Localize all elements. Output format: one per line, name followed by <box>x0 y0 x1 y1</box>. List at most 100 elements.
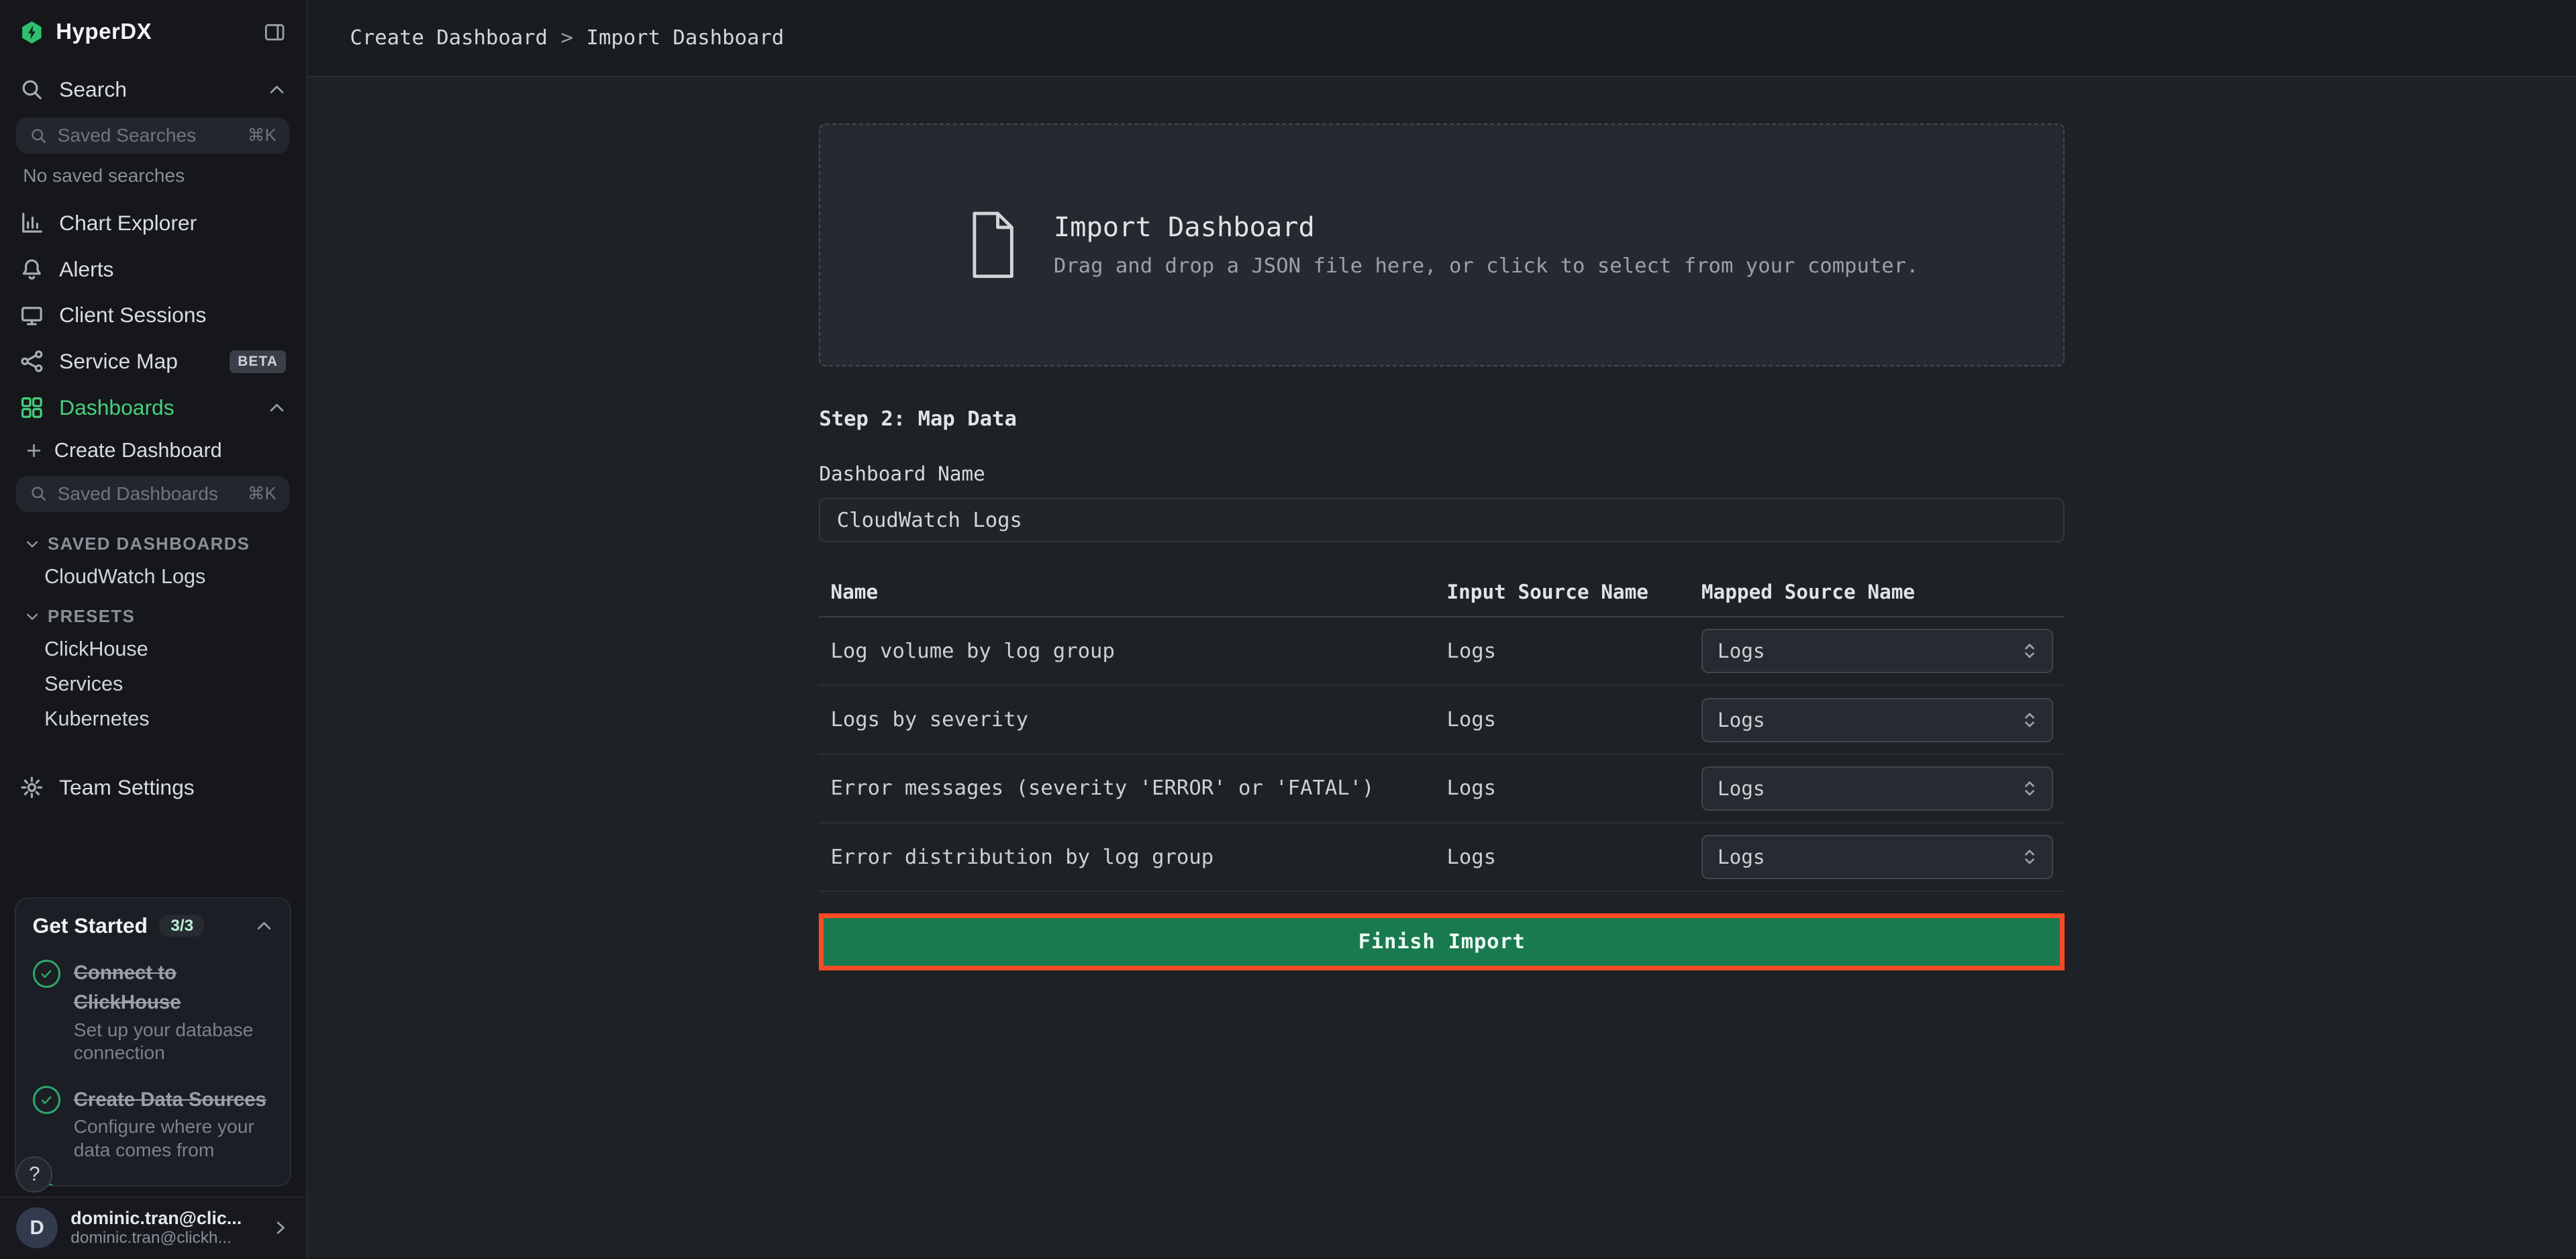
sidebar-item-alerts[interactable]: Alerts <box>0 246 306 293</box>
gear-icon <box>19 775 44 800</box>
check-circle-icon <box>33 1086 61 1114</box>
chevron-right-icon <box>271 1219 289 1237</box>
search-icon <box>19 77 44 102</box>
get-started-step-sources[interactable]: Create Data Sources Configure where your… <box>33 1083 274 1162</box>
shortcut-hint: ⌘K <box>248 125 277 146</box>
file-icon <box>965 209 1021 281</box>
select-arrows-icon <box>2022 846 2037 868</box>
avatar: D <box>16 1207 57 1248</box>
table-header-row: Name Input Source Name Mapped Source Nam… <box>819 567 2065 617</box>
step-title: Connect to ClickHouse <box>74 962 181 1013</box>
breadcrumb-separator: > <box>561 26 573 50</box>
step-desc: Set up your database connection <box>74 1019 274 1065</box>
saved-dashboards-searchbox[interactable]: ⌘K <box>16 476 289 512</box>
team-settings-label: Team Settings <box>59 775 195 800</box>
chevron-down-icon <box>25 537 40 552</box>
input-source-cell: Logs <box>1446 708 1701 732</box>
shortcut-hint: ⌘K <box>248 484 277 504</box>
user-email: dominic.tran@clickh... <box>70 1229 258 1248</box>
chevron-up-icon <box>268 399 286 417</box>
import-dashboard-panel: Import Dashboard Drag and drop a JSON fi… <box>819 123 2065 971</box>
column-header-mapped-source: Mapped Source Name <box>1701 581 2053 603</box>
plus-icon <box>25 442 43 460</box>
input-source-cell: Logs <box>1446 846 1701 869</box>
selected-option: Logs <box>1718 640 1765 662</box>
dashboards-grid-icon <box>19 395 44 420</box>
mapped-source-select[interactable]: Logs <box>1701 698 2053 742</box>
user-name: dominic.tran@clic... <box>70 1208 258 1229</box>
chevron-down-icon <box>25 609 40 624</box>
json-file-dropzone[interactable]: Import Dashboard Drag and drop a JSON fi… <box>819 123 2065 366</box>
sidebar-item-chart-explorer[interactable]: Chart Explorer <box>0 200 306 246</box>
section-label-text: PRESETS <box>48 607 135 627</box>
sidebar: HyperDX Search ⌘K No saved searches <box>0 0 307 1258</box>
table-row: Error messages (severity 'ERROR' or 'FAT… <box>819 755 2065 823</box>
dashboard-name-input[interactable] <box>819 498 2065 542</box>
dropzone-title: Import Dashboard <box>1054 211 1919 243</box>
service-map-icon <box>19 349 44 374</box>
bell-icon <box>19 257 44 282</box>
sidebar-item-dashboards[interactable]: Dashboards <box>0 385 306 431</box>
get-started-header[interactable]: Get Started 3/3 <box>33 913 274 938</box>
sidebar-item-team-settings[interactable]: Team Settings <box>0 764 306 811</box>
column-header-name: Name <box>830 581 1446 603</box>
breadcrumb-create-dashboard[interactable]: Create Dashboard <box>350 26 548 50</box>
create-dashboard-button[interactable]: Create Dashboard <box>0 431 306 470</box>
brand-name: HyperDX <box>56 19 152 45</box>
select-arrows-icon <box>2022 709 2037 731</box>
breadcrumb-import-dashboard: Import Dashboard <box>587 26 785 50</box>
selected-option: Logs <box>1718 846 1765 868</box>
sidebar-preset-kubernetes[interactable]: Kubernetes <box>0 702 306 737</box>
app-root: HyperDX Search ⌘K No saved searches <box>0 0 2576 1258</box>
get-started-progress-badge: 3/3 <box>159 915 205 937</box>
search-section-label: Search <box>59 77 127 102</box>
help-button[interactable]: ? <box>16 1156 52 1193</box>
input-source-cell: Logs <box>1446 640 1701 663</box>
get-started-step-add-data[interactable]: Add Data Start sending logs, metrics, or… <box>33 1180 274 1187</box>
chevron-up-icon <box>268 81 286 99</box>
saved-searches-searchbox[interactable]: ⌘K <box>16 117 289 154</box>
step-title: Add Data <box>74 1185 160 1187</box>
saved-dashboards-section-toggle[interactable]: SAVED DASHBOARDS <box>0 521 306 559</box>
input-source-cell: Logs <box>1446 776 1701 800</box>
nav-label: Service Map <box>59 349 178 374</box>
presets-section-toggle[interactable]: PRESETS <box>0 594 306 632</box>
finish-import-button[interactable]: Finish Import <box>824 918 2060 966</box>
mapped-source-select[interactable]: Logs <box>1701 835 2053 879</box>
sidebar-item-client-sessions[interactable]: Client Sessions <box>0 293 306 339</box>
chart-name-cell: Error distribution by log group <box>830 846 1446 869</box>
brand[interactable]: HyperDX <box>19 19 152 45</box>
get-started-step-connect[interactable]: Connect to ClickHouse Set up your databa… <box>33 956 274 1065</box>
sidebar-item-service-map[interactable]: Service Map BETA <box>0 338 306 385</box>
sidebar-dashboard-cloudwatch-logs[interactable]: CloudWatch Logs <box>0 559 306 594</box>
section-label-text: SAVED DASHBOARDS <box>48 535 250 554</box>
saved-searches-input[interactable] <box>58 125 238 146</box>
sidebar-item-search[interactable]: Search <box>0 66 306 113</box>
select-arrows-icon <box>2022 778 2037 799</box>
breadcrumb: Create Dashboard > Import Dashboard <box>307 0 2576 77</box>
mapped-source-select[interactable]: Logs <box>1701 766 2053 811</box>
nav-label: Alerts <box>59 257 113 282</box>
collapse-sidebar-icon[interactable] <box>263 21 286 44</box>
user-menu[interactable]: D dominic.tran@clic... dominic.tran@clic… <box>0 1197 306 1259</box>
mapped-source-select[interactable]: Logs <box>1701 629 2053 673</box>
nav-label: Dashboards <box>59 395 175 420</box>
highlight-annotation-box: Finish Import <box>819 913 2065 970</box>
step-label: Step 2: Map Data <box>819 407 2065 431</box>
sidebar-scroll-area: HyperDX Search ⌘K No saved searches <box>0 0 306 884</box>
sidebar-preset-services[interactable]: Services <box>0 666 306 701</box>
search-icon <box>30 485 48 503</box>
nav-label: Chart Explorer <box>59 211 197 236</box>
monitor-icon <box>19 303 44 328</box>
step-desc: Configure where your data comes from <box>74 1115 274 1162</box>
dropzone-subtitle: Drag and drop a JSON file here, or click… <box>1054 254 1919 278</box>
get-started-title: Get Started <box>33 913 148 938</box>
saved-dashboards-input[interactable] <box>58 483 238 505</box>
check-circle-icon <box>33 960 61 988</box>
step-title: Create Data Sources <box>74 1089 266 1111</box>
selected-option: Logs <box>1718 777 1765 800</box>
nav-label: Client Sessions <box>59 303 206 328</box>
brand-row: HyperDX <box>0 0 306 66</box>
sidebar-preset-clickhouse[interactable]: ClickHouse <box>0 632 306 666</box>
chart-name-cell: Logs by severity <box>830 708 1446 732</box>
